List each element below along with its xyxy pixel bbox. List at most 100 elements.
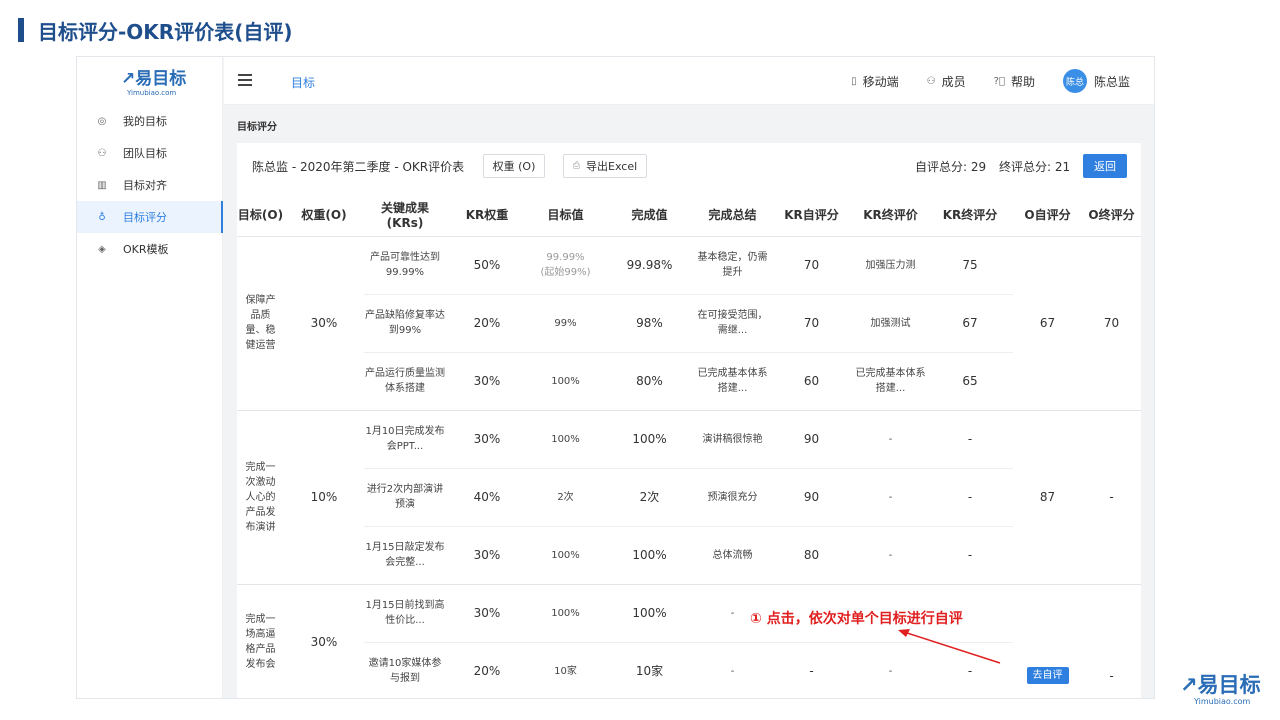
table-row: 进行2次内部演讲预演 40% 2次 2次 预演很充分 90 - - bbox=[237, 468, 1141, 527]
final-total-score: 终评总分: 21 bbox=[999, 160, 1071, 174]
kr-final-eval: - bbox=[854, 526, 927, 585]
table-row: 邀请10家媒体参与报到 20% 10家 10家 - - - - bbox=[237, 642, 1141, 698]
col-header: 目标值 bbox=[528, 193, 603, 237]
members-icon: ⚇ bbox=[926, 75, 936, 87]
export-excel-button[interactable]: ⎙ 导出Excel bbox=[563, 154, 647, 178]
target-value: 10家 bbox=[554, 665, 577, 677]
col-header: O终评分 bbox=[1082, 193, 1141, 237]
kr-final-score: 75 bbox=[927, 236, 1013, 295]
user-menu[interactable]: 陈总 陈总监 bbox=[1062, 69, 1130, 93]
target-value: 99% bbox=[528, 294, 603, 353]
target-value: 2次 bbox=[528, 468, 603, 527]
o-self-score: 67 bbox=[1013, 236, 1082, 411]
sidebar-item-my-goals[interactable]: ◎ 我的目标 bbox=[77, 105, 223, 137]
sidebar: ↗易目标 Yimubiao.com ◎ 我的目标 ⚇ 团队目标 ▥ 目标对齐 ♁… bbox=[77, 57, 223, 698]
objective-weight: 30% bbox=[310, 634, 338, 649]
col-header: KR自评分 bbox=[769, 193, 854, 237]
kr-self-score: - bbox=[809, 663, 814, 678]
target-icon: ◎ bbox=[97, 115, 107, 127]
kr-weight: 20% bbox=[473, 663, 501, 678]
sidebar-item-label: 团队目标 bbox=[123, 147, 167, 160]
logo-text: 易目标 bbox=[135, 69, 187, 89]
kr-weight: 30% bbox=[446, 410, 528, 469]
done-value: 100% bbox=[603, 526, 696, 585]
kr-self-score: 60 bbox=[769, 352, 854, 411]
objective-cell: 完成一次激动人心的产品发布演讲 bbox=[237, 410, 284, 585]
o-self-score-cell: 去自评 bbox=[1013, 584, 1082, 698]
app-window: ↗易目标 Yimubiao.com ◎ 我的目标 ⚇ 团队目标 ▥ 目标对齐 ♁… bbox=[76, 56, 1155, 699]
phone-icon: ▯ bbox=[851, 75, 857, 87]
medal-icon: ♁ bbox=[98, 211, 106, 223]
kr-final-score: - bbox=[927, 410, 1013, 469]
okr-evaluation-card: 陈总监 - 2020年第二季度 - OKR评价表 权重 (O) ⎙ 导出Exce… bbox=[237, 143, 1141, 698]
kr-final-eval: 加强压力测 bbox=[854, 236, 927, 295]
sidebar-item-okr-templates[interactable]: ◈ OKR模板 bbox=[77, 233, 223, 265]
col-header: 完成总结 bbox=[696, 193, 769, 237]
col-header: 完成值 bbox=[603, 193, 696, 237]
kr-weight: 30% bbox=[446, 526, 528, 585]
members-label: 成员 bbox=[941, 74, 966, 89]
kr-final-eval: - bbox=[854, 410, 927, 469]
kr-cell: 1月15日前找到高性价比... bbox=[364, 584, 446, 643]
sidebar-nav: ◎ 我的目标 ⚇ 团队目标 ▥ 目标对齐 ♁ 目标评分 ◈ OKR模板 bbox=[77, 105, 223, 265]
slide-title: 目标评分-OKR评价表(自评) bbox=[38, 20, 293, 44]
kr-cell: 产品运行质量监测体系搭建 bbox=[364, 352, 446, 411]
kr-final-score: 65 bbox=[927, 352, 1013, 411]
summary: 已完成基本体系搭建... bbox=[696, 352, 769, 411]
summary: 演讲稿很惊艳 bbox=[696, 410, 769, 469]
done-value: 100% bbox=[603, 584, 696, 643]
target-value: 99.99% (起始99%) bbox=[528, 236, 603, 295]
kr-final-score: 67 bbox=[927, 294, 1013, 353]
self-evaluate-button[interactable]: 去自评 bbox=[1026, 667, 1069, 684]
target-value: 100% bbox=[528, 584, 603, 643]
target-value: 100% bbox=[528, 526, 603, 585]
book-icon: ▥ bbox=[97, 179, 107, 191]
corner-logo-sub: Yimubiao.com bbox=[1194, 697, 1251, 706]
col-header: O自评分 bbox=[1013, 193, 1082, 237]
kr-self-score: 70 bbox=[769, 294, 854, 353]
summary: 总体流畅 bbox=[696, 526, 769, 585]
weight-button[interactable]: 权重 (O) bbox=[483, 154, 545, 178]
target-value: 100% bbox=[528, 352, 603, 411]
done-value: 2次 bbox=[603, 468, 696, 527]
sidebar-item-label: 我的目标 bbox=[123, 115, 167, 128]
mobile-link[interactable]: ▯ 移动端 bbox=[851, 73, 899, 90]
done-value: 80% bbox=[603, 352, 696, 411]
app-logo[interactable]: ↗易目标 Yimubiao.com bbox=[121, 69, 191, 99]
kr-self-score: 80 bbox=[769, 526, 854, 585]
table-row: 产品运行质量监测体系搭建 30% 100% 80% 已完成基本体系搭建... 6… bbox=[237, 352, 1141, 411]
mobile-label: 移动端 bbox=[862, 74, 899, 89]
objective-cell: 完成一场高逼格产品发布会 bbox=[245, 614, 276, 671]
okr-table: 目标(O) 权重(O) 关键成果(KRs) KR权重 目标值 完成值 完成总结 … bbox=[237, 193, 1141, 698]
o-final-score: - bbox=[1109, 669, 1114, 683]
summary: - bbox=[730, 665, 735, 677]
card-title: 陈总监 - 2020年第二季度 - OKR评价表 bbox=[252, 160, 465, 174]
team-icon: ⚇ bbox=[97, 147, 107, 159]
sidebar-item-team-goals[interactable]: ⚇ 团队目标 bbox=[77, 137, 223, 169]
o-final-score: 70 bbox=[1082, 236, 1141, 411]
sidebar-item-label: 目标评分 bbox=[123, 211, 167, 224]
done-value: 99.98% bbox=[603, 236, 696, 295]
kr-weight: 40% bbox=[446, 468, 528, 527]
kr-final-score: - bbox=[927, 526, 1013, 585]
corner-brand-logo: ↗易目标 Yimubiao.com bbox=[1180, 673, 1270, 709]
top-bar: 目标 ▯ 移动端 ⚇ 成员 ?⃝ 帮助 陈总 陈总监 bbox=[224, 57, 1154, 105]
kr-self-score: 90 bbox=[769, 468, 854, 527]
kr-cell: 1月15日敲定发布会完整... bbox=[364, 526, 446, 585]
sidebar-item-goal-scoring[interactable]: ♁ 目标评分 bbox=[77, 201, 223, 233]
members-link[interactable]: ⚇ 成员 bbox=[927, 73, 966, 90]
help-link[interactable]: ?⃝ 帮助 bbox=[994, 73, 1035, 90]
kr-self-score: 90 bbox=[769, 410, 854, 469]
kr-final-score: - bbox=[967, 663, 973, 678]
topbar-nav-goal[interactable]: 目标 bbox=[291, 74, 315, 91]
kr-final-eval: 已完成基本体系搭建... bbox=[854, 352, 927, 411]
done-value: 10家 bbox=[635, 663, 664, 678]
objective-weight: 30% bbox=[284, 236, 364, 411]
help-icon: ?⃝ bbox=[993, 75, 1005, 87]
back-button[interactable]: 返回 bbox=[1083, 154, 1127, 178]
summary: 基本稳定，仍需提升 bbox=[696, 236, 769, 295]
target-value: 100% bbox=[528, 410, 603, 469]
menu-icon[interactable] bbox=[238, 74, 252, 86]
kr-weight: 30% bbox=[446, 352, 528, 411]
sidebar-item-goal-alignment[interactable]: ▥ 目标对齐 bbox=[77, 169, 223, 201]
